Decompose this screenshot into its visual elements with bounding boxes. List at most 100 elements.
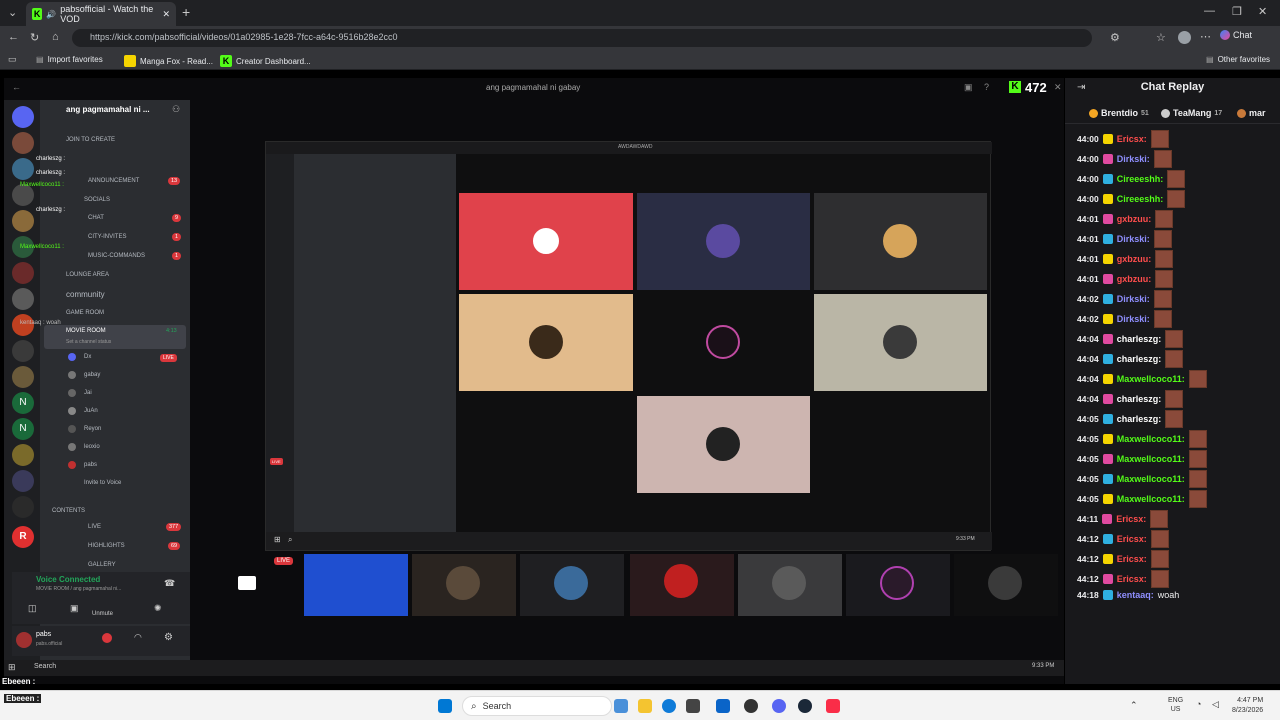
channel-live[interactable]: LIVE bbox=[88, 524, 101, 530]
channel-join-to-create[interactable]: JOIN TO CREATE bbox=[66, 137, 115, 143]
browser-tab[interactable]: K 🔊 pabsofficial - Watch the VOD ✕ bbox=[26, 2, 176, 26]
gifter-item[interactable]: Brentdio 51 bbox=[1089, 108, 1149, 118]
home-icon[interactable]: ⌂ bbox=[52, 31, 59, 43]
participant-tile[interactable] bbox=[520, 554, 624, 616]
start-icon[interactable] bbox=[438, 699, 452, 713]
tray-chevron-icon[interactable]: ⌃ bbox=[1130, 700, 1138, 711]
new-tab-icon[interactable]: + bbox=[182, 4, 190, 20]
participant-tile[interactable] bbox=[738, 554, 842, 616]
volume-icon[interactable]: ◁ bbox=[1212, 699, 1219, 710]
server-icon[interactable] bbox=[12, 106, 34, 128]
chat-username[interactable]: Ericsx: bbox=[1117, 534, 1147, 544]
file-explorer-icon[interactable] bbox=[638, 699, 652, 713]
outlook-icon[interactable] bbox=[716, 699, 730, 713]
chat-button[interactable]: Chat bbox=[1220, 30, 1252, 40]
chat-username[interactable]: Dirkski: bbox=[1117, 314, 1150, 324]
channel-game-room[interactable]: GAME ROOM bbox=[66, 310, 104, 316]
server-icon[interactable] bbox=[12, 288, 34, 310]
back-arrow-icon[interactable]: ← bbox=[12, 82, 21, 92]
voice-member[interactable]: JuAn bbox=[84, 408, 98, 414]
back-icon[interactable]: ← bbox=[8, 31, 19, 43]
voice-member[interactable]: Reyon bbox=[84, 426, 101, 432]
server-icon[interactable] bbox=[12, 158, 34, 180]
participant-tile[interactable] bbox=[630, 554, 734, 616]
chat-username[interactable]: Maxwellcoco11: bbox=[1117, 474, 1185, 484]
profile-avatar[interactable] bbox=[1178, 31, 1191, 44]
chat-username[interactable]: charleszg: bbox=[1117, 334, 1162, 344]
chat-username[interactable]: gxbzuu: bbox=[1117, 274, 1152, 284]
channel-chat[interactable]: CHAT bbox=[88, 215, 104, 221]
server-icon[interactable] bbox=[12, 496, 34, 518]
chat-username[interactable]: Ericsx: bbox=[1116, 514, 1146, 524]
voice-member[interactable]: leoxio bbox=[84, 444, 100, 450]
inbox-icon[interactable]: ▣ bbox=[964, 82, 973, 93]
channel-highlights[interactable]: HIGHLIGHTS bbox=[88, 543, 125, 549]
server-icon[interactable]: N bbox=[12, 418, 34, 440]
voice-member[interactable]: Dx bbox=[84, 354, 91, 360]
maximize-icon[interactable]: ❐ bbox=[1232, 5, 1242, 18]
chat-username[interactable]: gxbzuu: bbox=[1117, 214, 1152, 224]
gifter-item[interactable]: TeaMang 17 bbox=[1161, 108, 1222, 118]
server-icon[interactable] bbox=[12, 444, 34, 466]
chat-username[interactable]: Dirkski: bbox=[1117, 294, 1150, 304]
server-icon[interactable] bbox=[12, 262, 34, 284]
chat-username[interactable]: Maxwellcoco11: bbox=[1117, 494, 1185, 504]
participant-tile[interactable] bbox=[846, 554, 950, 616]
participant-tile[interactable] bbox=[304, 554, 408, 616]
chat-username[interactable]: Cireeeshh: bbox=[1117, 174, 1164, 184]
chat-username[interactable]: Cireeeshh: bbox=[1117, 194, 1164, 204]
bookmark-import[interactable]: ▤ Import favorites bbox=[36, 55, 103, 64]
taskbar-search-box[interactable]: ⌕ Search bbox=[462, 696, 612, 716]
headphones-icon[interactable]: ◠ bbox=[134, 632, 142, 643]
chat-username[interactable]: Ericsx: bbox=[1117, 134, 1147, 144]
server-icon[interactable] bbox=[12, 340, 34, 362]
chat-username[interactable]: Maxwellcoco11: bbox=[1117, 454, 1185, 464]
sidebar-toggle-icon[interactable]: ▭ bbox=[8, 54, 17, 65]
chat-username[interactable]: charleszg: bbox=[1117, 394, 1162, 404]
channel-lounge-area[interactable]: LOUNGE AREA bbox=[66, 272, 109, 278]
user-avatar[interactable] bbox=[16, 632, 32, 648]
more-icon[interactable]: ⋯ bbox=[1200, 30, 1211, 43]
disconnect-icon[interactable]: ☎ bbox=[164, 578, 175, 589]
close-tab-icon[interactable]: ✕ bbox=[162, 9, 170, 20]
chat-username[interactable]: Ericsx: bbox=[1117, 554, 1147, 564]
favorites-icon[interactable]: ☆ bbox=[1156, 31, 1166, 44]
voice-member[interactable]: gabay bbox=[84, 372, 100, 378]
mic-muted-icon[interactable] bbox=[102, 633, 112, 643]
chat-username[interactable]: gxbzuu: bbox=[1117, 254, 1152, 264]
channel-music-commands[interactable]: MUSIC-COMMANDS bbox=[88, 253, 145, 259]
language-indicator[interactable]: ENG US bbox=[1168, 696, 1183, 714]
chat-username[interactable]: Dirkski: bbox=[1117, 154, 1150, 164]
channel-status[interactable]: Set a channel status bbox=[66, 339, 111, 345]
channel-socials[interactable]: SOCIALS bbox=[84, 197, 110, 203]
channel-announcement[interactable]: ANNOUNCEMENT bbox=[88, 178, 139, 184]
bookmark-creator-dashboard[interactable]: K Creator Dashboard... bbox=[220, 55, 311, 67]
discord-icon[interactable] bbox=[772, 699, 786, 713]
close-icon[interactable]: ✕ bbox=[1054, 82, 1062, 93]
music-icon[interactable] bbox=[826, 699, 840, 713]
wifi-icon[interactable]: ◔ bbox=[1196, 699, 1201, 709]
chat-username[interactable]: charleszg: bbox=[1117, 354, 1162, 364]
minimize-icon[interactable]: — bbox=[1204, 5, 1215, 17]
reload-icon[interactable]: ↻ bbox=[30, 31, 39, 44]
other-favorites[interactable]: ▤ Other favorites bbox=[1206, 55, 1270, 64]
close-window-icon[interactable]: ✕ bbox=[1258, 5, 1267, 18]
chat-username[interactable]: Maxwellcoco11: bbox=[1117, 374, 1185, 384]
taskbar-clock[interactable]: 4:47 PM 8/23/2026 bbox=[1232, 696, 1263, 716]
help-icon[interactable]: ? bbox=[984, 82, 989, 92]
extensions-icon[interactable]: ⚙ bbox=[1110, 31, 1120, 44]
video-icon[interactable]: ◫ bbox=[28, 603, 37, 614]
server-icon[interactable] bbox=[12, 366, 34, 388]
channel-community[interactable]: community bbox=[66, 290, 105, 299]
channel-city-invites[interactable]: CITY-INVITES bbox=[88, 234, 126, 240]
bookmark-mangafox[interactable]: Manga Fox - Read... bbox=[124, 55, 213, 67]
chat-username[interactable]: Ericsx: bbox=[1117, 574, 1147, 584]
participant-tile[interactable] bbox=[412, 554, 516, 616]
invite-to-voice[interactable]: Invite to Voice bbox=[84, 480, 121, 486]
server-name[interactable]: ang pagmamahal ni ... bbox=[66, 105, 150, 114]
tab-list-icon[interactable]: ⌄ bbox=[8, 6, 17, 19]
copilot-icon[interactable] bbox=[614, 699, 628, 713]
steam-icon[interactable] bbox=[798, 699, 812, 713]
chat-username[interactable]: Dirkski: bbox=[1117, 234, 1150, 244]
category-contents[interactable]: CONTENTS bbox=[52, 508, 85, 514]
